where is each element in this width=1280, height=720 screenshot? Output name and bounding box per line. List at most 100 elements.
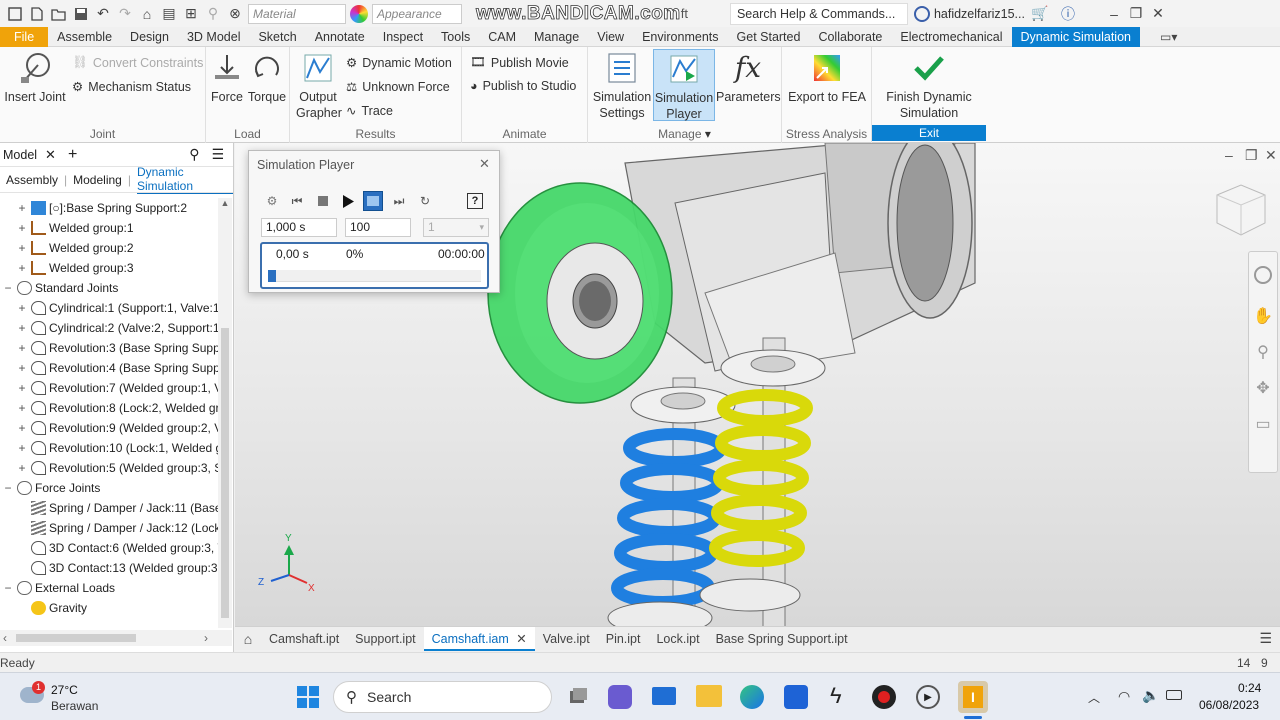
help-icon[interactable]: ⓘ bbox=[1057, 3, 1079, 25]
zoom-icon[interactable]: ⚲ bbox=[1249, 342, 1277, 362]
doc-tab-support-ipt[interactable]: Support.ipt bbox=[347, 627, 423, 651]
viewport-minimize-icon[interactable]: – bbox=[1225, 147, 1233, 163]
tree-item[interactable]: + Cylindrical:2 (Valve:2, Support:1) bbox=[16, 318, 218, 338]
media-player-icon[interactable]: ▶ bbox=[916, 685, 940, 709]
doc-tab-close-icon[interactable]: ✕ bbox=[516, 632, 526, 646]
taskbar-search[interactable]: ⚲ Search bbox=[333, 681, 552, 713]
browser-tab-dynamic-simulation[interactable]: Dynamic Simulation bbox=[136, 165, 233, 194]
tree-item[interactable]: + Revolution:10 (Lock:1, Welded gro bbox=[16, 438, 218, 458]
inventor-app-icon[interactable]: I bbox=[958, 681, 988, 713]
browser-tab-modeling[interactable]: Modeling bbox=[73, 173, 122, 187]
tree-item[interactable]: Spring / Damper / Jack:11 (Base S bbox=[16, 498, 218, 518]
collapse-icon[interactable]: − bbox=[2, 481, 14, 495]
doc-tab-camshaft-iam[interactable]: Camshaft.iam ✕ bbox=[423, 626, 535, 651]
tree-item[interactable]: 3D Contact:6 (Welded group:3, Va bbox=[16, 538, 218, 558]
material-combo[interactable]: Material bbox=[248, 3, 346, 24]
progress-track[interactable] bbox=[268, 270, 481, 282]
appearance-combo[interactable]: Appearance bbox=[372, 3, 462, 24]
clock-date[interactable]: 06/08/2023 bbox=[1199, 698, 1259, 712]
home-tab-icon[interactable]: ⌂ bbox=[235, 631, 261, 647]
redo-icon[interactable]: ↷ bbox=[114, 3, 136, 25]
tree-group[interactable]: − Standard Joints bbox=[2, 278, 118, 298]
open-icon[interactable] bbox=[48, 3, 70, 25]
update-icon[interactable]: ⚲ bbox=[202, 3, 224, 25]
tab-sketch[interactable]: Sketch bbox=[249, 27, 305, 47]
home-icon[interactable]: ⌂ bbox=[136, 3, 158, 25]
task-view-icon[interactable] bbox=[566, 685, 590, 709]
mail-icon[interactable] bbox=[652, 687, 676, 705]
search-icon[interactable]: ⚲ bbox=[189, 146, 199, 163]
tree-item[interactable]: Spring / Damper / Jack:12 (Lock:1 bbox=[16, 518, 218, 538]
tab-tools[interactable]: Tools bbox=[432, 27, 479, 47]
orbit-icon[interactable]: ✥ bbox=[1249, 378, 1277, 398]
cart-icon[interactable]: 🛒 bbox=[1029, 3, 1051, 25]
play-icon[interactable] bbox=[338, 191, 358, 211]
tab-assemble[interactable]: Assemble bbox=[48, 27, 121, 47]
measure-icon[interactable]: ⊞ bbox=[180, 3, 202, 25]
viewport-close-icon[interactable]: ✕ bbox=[1265, 147, 1277, 164]
doc-tabs-menu-icon[interactable]: ☰ bbox=[1259, 630, 1272, 647]
filter-field[interactable]: 1 ▾ bbox=[423, 218, 489, 237]
rewind-icon[interactable]: ⏮ bbox=[287, 191, 307, 211]
doc-tab-lock-ipt[interactable]: Lock.ipt bbox=[648, 627, 707, 651]
tree-scroll-up-icon[interactable]: ▲ bbox=[218, 198, 232, 208]
doc-tab-base-spring-support-ipt[interactable]: Base Spring Support.ipt bbox=[708, 627, 856, 651]
dynamic-motion-button[interactable]: ⚙ Dynamic Motion bbox=[346, 55, 452, 71]
expand-icon[interactable]: + bbox=[16, 341, 28, 355]
tab-dynamic-simulation[interactable]: Dynamic Simulation bbox=[1011, 26, 1140, 47]
tree-item[interactable]: + Revolution:8 (Lock:2, Welded grou bbox=[16, 398, 218, 418]
select-icon[interactable]: ▤ bbox=[158, 3, 180, 25]
expand-icon[interactable]: + bbox=[16, 321, 28, 335]
expand-icon[interactable]: + bbox=[16, 461, 28, 475]
restore-icon[interactable]: ❐ bbox=[1125, 3, 1147, 25]
viewport-restore-icon[interactable]: ❐ bbox=[1245, 147, 1258, 164]
tree-item[interactable]: + Revolution:5 (Welded group:3, Sup bbox=[16, 458, 218, 478]
force-button[interactable]: Force bbox=[208, 51, 246, 105]
tree-item[interactable]: 3D Contact:13 (Welded group:3, V bbox=[16, 558, 218, 578]
doc-tab-camshaft-ipt[interactable]: Camshaft.ipt bbox=[261, 627, 347, 651]
tab-manage[interactable]: Manage bbox=[525, 27, 588, 47]
tab-collaborate[interactable]: Collaborate bbox=[809, 27, 891, 47]
user-name[interactable]: hafidzelfariz15... bbox=[934, 7, 1025, 21]
bandicam-record-icon[interactable] bbox=[872, 685, 896, 709]
tab-environments[interactable]: Environments bbox=[633, 27, 727, 47]
tab-inspect[interactable]: Inspect bbox=[374, 27, 432, 47]
viewcube-icon[interactable] bbox=[1216, 184, 1266, 236]
dropbox-icon[interactable] bbox=[784, 685, 808, 709]
expand-icon[interactable]: + bbox=[16, 441, 28, 455]
final-time-field[interactable]: 1,000 s bbox=[261, 218, 337, 237]
browser-menu-icon[interactable]: ☰ bbox=[212, 146, 225, 163]
images-field[interactable]: 100 bbox=[345, 218, 411, 237]
save-icon[interactable] bbox=[70, 3, 92, 25]
expand-icon[interactable]: + bbox=[16, 241, 28, 255]
tree-item[interactable]: + Welded group:2 bbox=[16, 238, 134, 258]
tree-hscroll-thumb[interactable] bbox=[16, 634, 136, 642]
tree-item[interactable]: + Revolution:7 (Welded group:1, Val bbox=[16, 378, 218, 398]
look-at-icon[interactable]: ▭ bbox=[1249, 414, 1277, 434]
convert-constraints-button[interactable]: ⛓ Convert Constraints bbox=[72, 55, 203, 70]
tree-item[interactable]: + Welded group:1 bbox=[16, 218, 134, 238]
simulation-settings-button[interactable]: Simulation Settings bbox=[590, 51, 654, 121]
stop-icon[interactable] bbox=[313, 191, 333, 211]
screen-icon[interactable] bbox=[363, 191, 383, 211]
file-explorer-icon[interactable] bbox=[696, 685, 722, 707]
expand-icon[interactable]: + bbox=[16, 221, 28, 235]
weather-widget[interactable]: 1 27°C Berawan bbox=[20, 681, 130, 715]
tree-item[interactable]: + Welded group:3 bbox=[16, 258, 134, 278]
tab-file[interactable]: File bbox=[0, 26, 49, 47]
tree-item[interactable]: + Cylindrical:1 (Support:1, Valve:1) bbox=[16, 298, 218, 318]
battery-icon[interactable] bbox=[1166, 690, 1182, 700]
expand-icon[interactable]: + bbox=[16, 301, 28, 315]
simulation-player-button[interactable]: Simulation Player bbox=[653, 49, 715, 121]
tree-hscrollbar[interactable]: ‹ › bbox=[0, 630, 232, 646]
tree-item[interactable]: + Revolution:9 (Welded group:2, Val bbox=[16, 418, 218, 438]
expand-icon[interactable]: + bbox=[16, 381, 28, 395]
undo-icon[interactable]: ↶ bbox=[92, 3, 114, 25]
tree-item[interactable]: + Revolution:4 (Base Spring Support bbox=[16, 358, 218, 378]
fast-forward-icon[interactable]: ⏭ bbox=[389, 191, 409, 211]
publish-movie-button[interactable]: 🎞 Publish Movie bbox=[470, 55, 569, 70]
insert-joint-button[interactable]: Insert Joint bbox=[4, 51, 66, 105]
tree-item[interactable]: Gravity bbox=[16, 598, 87, 618]
expand-icon[interactable]: + bbox=[16, 421, 28, 435]
tab-electromechanical[interactable]: Electromechanical bbox=[891, 27, 1011, 47]
